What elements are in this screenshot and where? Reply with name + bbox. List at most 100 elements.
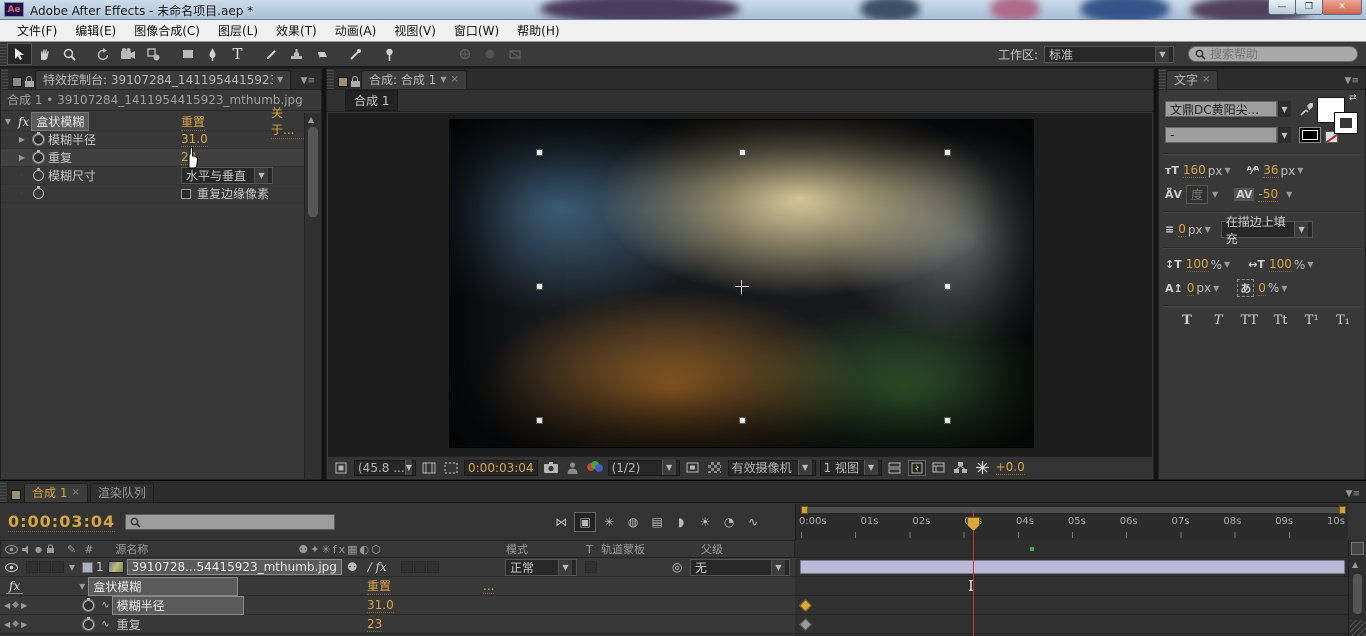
- menu-animation[interactable]: 动画(A): [326, 20, 386, 42]
- work-area-end-handle[interactable]: [1339, 506, 1346, 514]
- selection-handle[interactable]: [536, 283, 543, 290]
- work-area-bar[interactable]: [801, 506, 1346, 514]
- panel-menu-icon[interactable]: ▼≡: [301, 76, 321, 89]
- selection-handle[interactable]: [536, 417, 543, 424]
- axis-mode-world-icon[interactable]: [477, 43, 502, 65]
- pan-behind-tool[interactable]: [141, 43, 166, 65]
- faux-italic-toggle[interactable]: T: [1206, 313, 1230, 328]
- menu-file[interactable]: 文件(F): [8, 20, 66, 42]
- iterations-track[interactable]: [795, 615, 1348, 634]
- roto-brush-tool[interactable]: [343, 43, 368, 65]
- small-caps-toggle[interactable]: Tt: [1269, 313, 1293, 328]
- source-name-column[interactable]: 源名称: [115, 541, 148, 557]
- camera-tool[interactable]: [116, 43, 141, 65]
- show-snapshot-icon[interactable]: [564, 460, 582, 476]
- resolution-dropdown[interactable]: (1/2) ▼: [608, 460, 680, 476]
- active-camera-dropdown[interactable]: 有效摄像机 ▼: [728, 460, 816, 476]
- exposure-value[interactable]: +0.0: [996, 460, 1025, 475]
- transparency-grid-icon[interactable]: [706, 460, 724, 476]
- pen-tool[interactable]: [200, 43, 225, 65]
- selection-handle[interactable]: [944, 149, 951, 156]
- menu-help[interactable]: 帮助(H): [508, 20, 568, 42]
- timeline-button-icon[interactable]: [930, 460, 948, 476]
- property-value[interactable]: 31.0: [367, 598, 394, 613]
- live-update-icon[interactable]: ▣: [574, 512, 596, 532]
- draft-3d-icon[interactable]: ✳: [598, 512, 620, 532]
- effect-more-link[interactable]: ...: [483, 579, 494, 594]
- anchor-point-icon[interactable]: [735, 280, 749, 294]
- effect-name[interactable]: 盒状模糊: [89, 578, 237, 595]
- chevron-down-icon[interactable]: ▼: [1307, 260, 1313, 269]
- font-family-dropdown[interactable]: 文鼎DC黄阳尖...: [1165, 101, 1277, 117]
- resize-grip[interactable]: [1350, 620, 1366, 636]
- minimize-button[interactable]: —: [1268, 0, 1296, 15]
- chevron-down-icon[interactable]: ▼: [1297, 166, 1303, 175]
- chevron-down-icon[interactable]: ▼: [1281, 284, 1287, 293]
- region-of-interest-icon[interactable]: [442, 460, 460, 476]
- view-layout-dropdown[interactable]: 1 视图 ▼: [820, 460, 882, 476]
- chevron-down-icon[interactable]: ▼: [1213, 284, 1219, 293]
- layer-twirl-icon[interactable]: ▼: [65, 563, 79, 572]
- swap-fill-stroke-icon[interactable]: ⇄: [1349, 93, 1357, 103]
- kerning-value[interactable]: 度: [1186, 185, 1208, 204]
- property-name[interactable]: 模糊半径: [113, 597, 243, 614]
- panel-menu-icon[interactable]: ▼≡: [1345, 76, 1365, 89]
- fast-preview-icon[interactable]: [908, 460, 926, 476]
- help-search-box[interactable]: [1188, 46, 1358, 62]
- track-matte-column[interactable]: 轨道蒙板: [601, 541, 645, 557]
- snapshot-icon[interactable]: [542, 460, 560, 476]
- chevron-down-icon[interactable]: ▼: [1205, 225, 1211, 234]
- font-style-dropdown[interactable]: -: [1165, 127, 1277, 143]
- clone-stamp-tool[interactable]: [284, 43, 309, 65]
- composition-viewer[interactable]: [328, 113, 1152, 456]
- twirl-right-icon[interactable]: ▶: [15, 135, 29, 144]
- property-value[interactable]: 23: [367, 617, 382, 632]
- help-search-input[interactable]: [1210, 47, 1340, 61]
- tab-composition[interactable]: 合成: 合成 1 ▼ ×: [361, 70, 467, 89]
- chevron-down-icon[interactable]: ▼: [1277, 127, 1291, 143]
- next-keyframe-icon[interactable]: ▶: [21, 601, 27, 610]
- layer-duration-bar[interactable]: [800, 560, 1345, 574]
- stroke-width-value[interactable]: 0: [1178, 222, 1186, 237]
- pixel-aspect-icon[interactable]: [886, 460, 904, 476]
- close-tab-icon[interactable]: ×: [450, 71, 458, 89]
- tab-timeline-comp[interactable]: 合成 1 ×: [24, 483, 88, 502]
- scroll-up-icon[interactable]: ▲: [1352, 560, 1358, 569]
- eraser-tool[interactable]: [309, 43, 334, 65]
- fill-mode-dropdown[interactable]: 在描边上填充 ▼: [1221, 221, 1313, 238]
- zoom-tool[interactable]: [57, 43, 82, 65]
- tab-render-queue[interactable]: 渲染队列: [90, 483, 154, 502]
- safe-margins-icon[interactable]: [420, 460, 438, 476]
- pickwhip-icon[interactable]: ◎: [672, 560, 682, 574]
- close-tab-icon[interactable]: ×: [71, 484, 79, 502]
- timeline-search-box[interactable]: [125, 514, 335, 530]
- repeat-edge-checkbox[interactable]: [181, 189, 191, 199]
- superscript-toggle[interactable]: T¹: [1300, 313, 1324, 328]
- menu-composition[interactable]: 图像合成(C): [125, 20, 209, 42]
- selection-handle[interactable]: [944, 417, 951, 424]
- keyframe-diamond[interactable]: [799, 599, 812, 612]
- effect-reset-link[interactable]: 重置: [181, 113, 205, 131]
- prev-keyframe-icon[interactable]: ◀: [4, 620, 10, 629]
- effect-name[interactable]: 盒状模糊: [32, 113, 88, 130]
- panel-menu-icon[interactable]: ▼≡: [1346, 489, 1366, 502]
- menu-edit[interactable]: 编辑(E): [66, 20, 125, 42]
- effect-twirl-icon[interactable]: ▼: [75, 582, 89, 591]
- parent-column[interactable]: 父级: [701, 541, 723, 557]
- layer-row[interactable]: ▼ 1 3910728...54415923_mthumb.jpg ⚉ ∕ fx…: [0, 558, 795, 577]
- add-keyframe-icon[interactable]: ◆: [12, 600, 19, 610]
- time-ruler[interactable]: 0:00s 01s 02s 03s 04s 05s 06s 07s 08s 09…: [795, 504, 1348, 540]
- subscript-toggle[interactable]: T₁: [1331, 313, 1355, 328]
- hand-tool[interactable]: [32, 43, 57, 65]
- font-size-value[interactable]: 160: [1183, 163, 1206, 178]
- selection-handle[interactable]: [944, 283, 951, 290]
- tracking-value[interactable]: -50: [1258, 187, 1278, 202]
- menu-effect[interactable]: 效果(T): [267, 20, 326, 42]
- mask-shape-tool[interactable]: [175, 43, 200, 65]
- keyframe-navigator[interactable]: ◀◆▶: [4, 600, 27, 610]
- type-tool[interactable]: T: [225, 43, 250, 65]
- exposure-reset-icon[interactable]: [974, 460, 992, 476]
- selection-handle[interactable]: [536, 149, 543, 156]
- selection-handle[interactable]: [739, 417, 746, 424]
- scroll-up-icon[interactable]: ▲: [308, 115, 314, 124]
